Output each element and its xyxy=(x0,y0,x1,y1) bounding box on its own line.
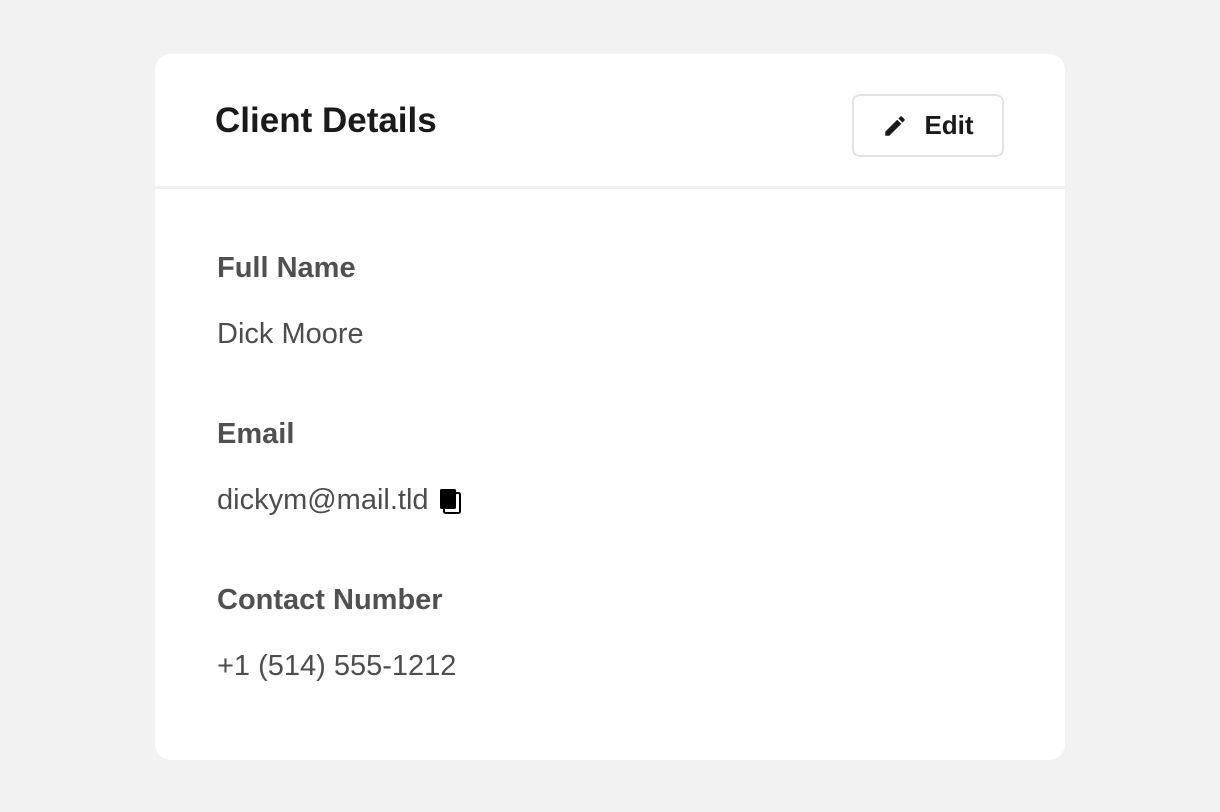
copy-icon[interactable] xyxy=(438,487,462,515)
contact-number-value: +1 (514) 555-1212 xyxy=(217,649,457,683)
email-label: Email xyxy=(217,418,295,450)
contact-number-field: Contact Number +1 (514) 555-1212 xyxy=(217,584,457,683)
contact-number-label: Contact Number xyxy=(217,584,443,616)
full-name-text: Dick Moore xyxy=(217,317,364,350)
edit-button[interactable]: Edit xyxy=(852,94,1004,157)
full-name-value: Dick Moore xyxy=(217,317,364,351)
email-field: Email dickym@mail.tld xyxy=(217,418,462,517)
client-details-card: Client Details Edit Full Name Dick Moore… xyxy=(155,54,1065,760)
contact-number-text: +1 (514) 555-1212 xyxy=(217,649,457,682)
full-name-label: Full Name xyxy=(217,252,356,284)
card-header: Client Details Edit xyxy=(155,54,1065,189)
full-name-field: Full Name Dick Moore xyxy=(217,252,364,351)
email-value: dickym@mail.tld xyxy=(217,483,462,517)
edit-button-label: Edit xyxy=(924,110,974,140)
pencil-icon xyxy=(882,113,908,139)
email-text: dickym@mail.tld xyxy=(217,483,429,516)
card-title: Client Details xyxy=(215,101,437,140)
